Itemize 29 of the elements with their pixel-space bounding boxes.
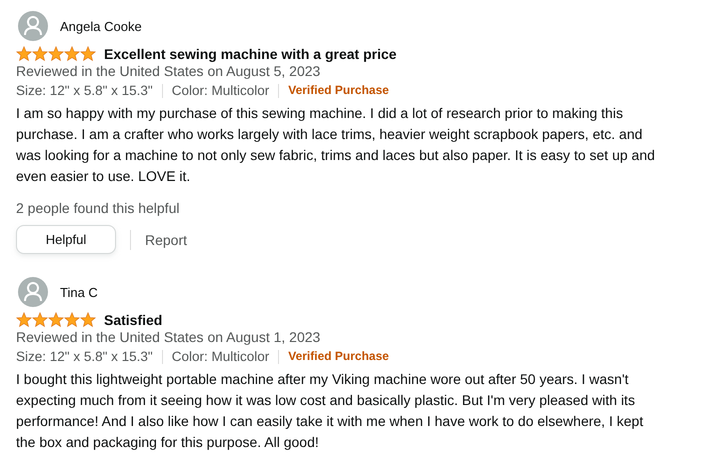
size-variant: Size: 12" x 5.8" x 15.3" xyxy=(16,348,153,366)
helpful-count: 2 people found this helpful xyxy=(16,199,180,218)
verified-purchase-label: Verified Purchase xyxy=(288,82,389,99)
star-icon xyxy=(48,312,64,328)
review-date: Reviewed in the United States on August 1, 2023 xyxy=(16,328,322,347)
review-date: Reviewed in the United States on August 5, 2023 xyxy=(16,62,322,81)
reviewer-name: Angela Cooke xyxy=(60,18,142,34)
color-variant: Color: Multicolor xyxy=(172,348,270,366)
review-text: I bought this lightweight portable machine after my Viking machine wore out after 50 years. I wasn't expecting much from it seeing how it was low cost and basically plastic. But I'm very pleased with its performance! And I also like how I can easily take it with me when I have work to do elsewhere, I kept the box and packaging for this purpose. All good! xyxy=(16,370,644,452)
verified-purchase-label: Verified Purchase xyxy=(288,348,389,365)
star-icon xyxy=(80,46,96,62)
star-icon xyxy=(80,312,96,328)
review-title[interactable]: Excellent sewing machine with a great price xyxy=(104,46,397,62)
star-icon xyxy=(32,312,48,328)
review-title[interactable]: Satisfied xyxy=(104,312,162,328)
avatar-icon xyxy=(18,11,48,41)
reviewer-name: Tina C xyxy=(60,284,98,300)
helpful-button[interactable]: Helpful xyxy=(16,225,116,254)
star-icon xyxy=(32,46,48,62)
star-icon xyxy=(16,46,32,62)
avatar-icon xyxy=(18,277,48,307)
color-variant: Color: Multicolor xyxy=(172,82,270,100)
star-icon xyxy=(48,46,64,62)
review-text: I am so happy with my purchase of this sewing machine. I did a lot of research prior to making this purchase. I am a crafter who works largely with lace trims, heavier weight scrapbook papers, etc. and was looking for a machine to not only sew fabric, trims and laces but also paper. It is easy to set up and even easier to use. LOVE it. xyxy=(16,104,656,186)
report-link[interactable]: Report xyxy=(145,232,188,248)
star-icon xyxy=(64,312,80,328)
star-icon xyxy=(16,312,32,328)
size-variant: Size: 12" x 5.8" x 15.3" xyxy=(16,82,153,100)
star-icon xyxy=(64,46,80,62)
